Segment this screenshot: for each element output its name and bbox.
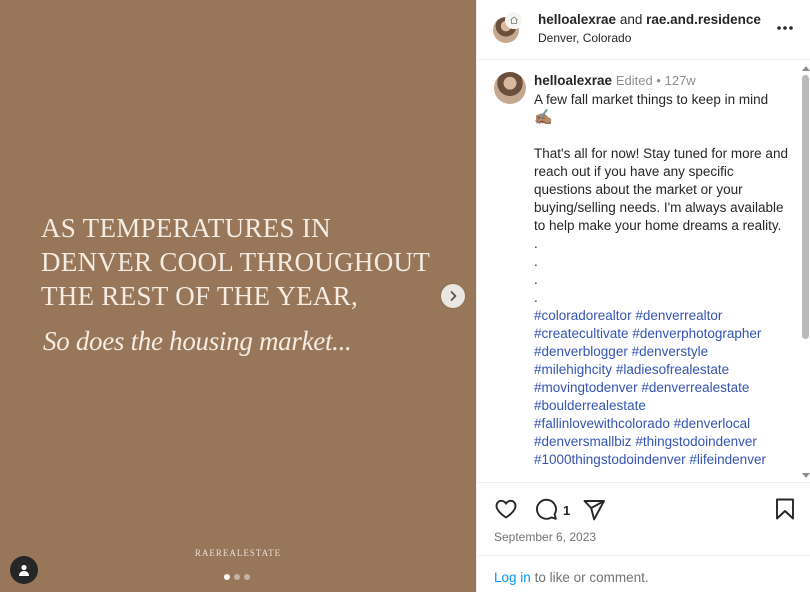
person-icon	[19, 564, 29, 576]
post-header: helloalexrae and rae.and.residence Denve…	[477, 0, 810, 60]
chevron-right-icon	[450, 291, 457, 301]
hashtag-link[interactable]: #denverrealestate	[641, 380, 749, 395]
writing-hand-emoji: ✍🏽	[534, 109, 553, 126]
hashtag-list: #coloradorealtor #denverrealtor #createc…	[534, 307, 792, 469]
author-username[interactable]: helloalexrae	[538, 12, 616, 27]
hashtag-link[interactable]: #movingtodenver	[534, 380, 638, 395]
more-horizontal-icon	[777, 26, 793, 30]
post-location[interactable]: Denver, Colorado	[538, 31, 631, 45]
hashtag-link[interactable]: #thingstodoindenver	[635, 434, 757, 449]
hashtag-link[interactable]: #denverblogger	[534, 344, 628, 359]
next-slide-button[interactable]	[441, 284, 465, 308]
caption-age[interactable]: 127w	[665, 73, 696, 88]
caption-dot: .	[534, 236, 538, 251]
hashtag-link[interactable]: #boulderrealestate	[534, 398, 646, 413]
caption-avatar[interactable]	[494, 72, 526, 104]
collaborator-avatar[interactable]	[505, 11, 523, 29]
hashtag-link[interactable]: #denverphotographer	[632, 326, 761, 341]
carousel-indicator	[224, 574, 250, 580]
heart-icon	[495, 499, 517, 519]
login-prompt: Log in to like or comment.	[477, 555, 810, 592]
hashtag-link[interactable]: #denversmallbiz	[534, 434, 632, 449]
post-side-panel: helloalexrae and rae.and.residence Denve…	[476, 0, 810, 592]
hashtag-link[interactable]: #denverstyle	[632, 344, 709, 359]
caption-edited-label: Edited •	[615, 73, 661, 88]
caption-dot: .	[534, 290, 538, 305]
hashtag-link[interactable]: #lifeindenver	[689, 452, 766, 467]
carousel-dot	[234, 574, 240, 580]
more-options-button[interactable]	[773, 18, 797, 38]
hashtag-link[interactable]: #ladiesofrealestate	[616, 362, 729, 377]
scrollbar-thumb[interactable]	[802, 75, 809, 339]
tagged-users-button[interactable]	[10, 556, 38, 584]
hashtag-link[interactable]: #milehighcity	[534, 362, 612, 377]
caption-username[interactable]: helloalexrae	[534, 73, 612, 88]
comment-button[interactable]	[534, 497, 558, 526]
like-button[interactable]	[494, 497, 518, 526]
collaborator-username[interactable]: rae.and.residence	[646, 12, 761, 27]
slide-headline: AS TEMPERATURES IN DENVER COOL THROUGHOU…	[41, 213, 431, 311]
caption-scrollbar[interactable]	[800, 63, 810, 481]
hashtag-link[interactable]: #1000thingstodoindenver	[534, 452, 686, 467]
bookmark-icon	[776, 498, 794, 520]
comment-icon	[536, 498, 557, 520]
hashtag-link[interactable]: #coloradorealtor	[534, 308, 632, 323]
house-sketch-icon	[510, 16, 518, 24]
caption-body: That's all for now! Stay tuned for more …	[534, 146, 788, 233]
caption-dot: .	[534, 254, 538, 269]
caption-scroll-area[interactable]: helloalexrae Edited • 127w A few fall ma…	[477, 61, 810, 482]
hashtag-link[interactable]: #createcultivate	[534, 326, 629, 341]
login-link[interactable]: Log in	[494, 570, 531, 585]
caption-dot: .	[534, 272, 538, 287]
paper-plane-icon	[583, 500, 605, 521]
post-media[interactable]: AS TEMPERATURES IN DENVER COOL THROUGHOU…	[0, 0, 476, 592]
post-date[interactable]: September 6, 2023	[494, 530, 596, 544]
hashtag-link[interactable]: #denverrealtor	[635, 308, 722, 323]
share-button[interactable]	[582, 498, 606, 527]
carousel-dot	[224, 574, 230, 580]
caption-intro: A few fall market things to keep in mind	[534, 92, 769, 107]
comment-count: 1	[563, 503, 571, 518]
save-button[interactable]	[774, 497, 796, 526]
hashtag-link[interactable]: #fallinlovewithcolorado	[534, 416, 670, 431]
authors-connector: and	[619, 12, 643, 27]
scroll-down-arrow-icon[interactable]	[802, 473, 810, 478]
post-actions: 1 September 6, 2023 Log in to like or co…	[477, 482, 810, 592]
caption-text: A few fall market things to keep in mind…	[534, 91, 792, 469]
slide-subline: So does the housing market...	[43, 326, 352, 356]
hashtag-link[interactable]: #denverlocal	[674, 416, 751, 431]
post-authors: helloalexrae and rae.and.residence	[538, 12, 761, 27]
scroll-up-arrow-icon[interactable]	[802, 66, 810, 71]
carousel-dot	[244, 574, 250, 580]
login-prompt-text: to like or comment.	[534, 570, 649, 585]
caption-header: helloalexrae Edited • 127w	[534, 73, 696, 88]
slide-brand-mark: RAEREALESTATE	[194, 548, 282, 558]
